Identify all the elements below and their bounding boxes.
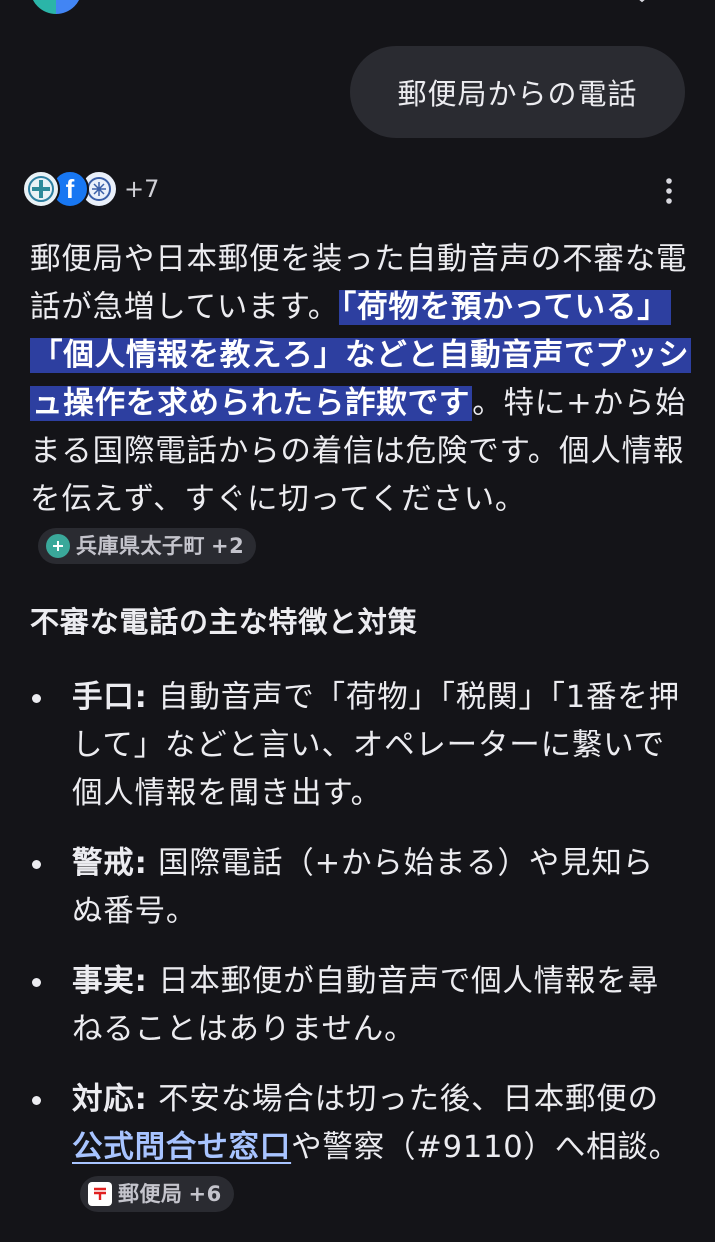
source-chip-count: +2 <box>211 533 245 558</box>
feature-list: 手口: 自動音声で「荷物」「税関」「1番を押して」などと言い、オペレーターに繋い… <box>0 674 715 1242</box>
user-message-bubble: 郵便局からの電話 <box>350 46 685 138</box>
item-text: 国際電話（+から始まる）や見知らぬ番号。 <box>72 846 654 929</box>
source-chip-label: 兵庫県太子町 <box>76 533 205 558</box>
source-chip-post-office[interactable]: 郵便局 +6 <box>80 1175 234 1212</box>
answer-paragraph: 郵便局や日本郵便を装った自動音声の不審な電話が急増しています。「荷物を預かってい… <box>30 236 692 572</box>
source-chip-label: 郵便局 <box>118 1181 183 1206</box>
item-text: 自動音声で「荷物」「税関」「1番を押して」などと言い、オペレーターに繋いで個人情… <box>72 680 680 811</box>
bullet-dot <box>32 694 41 703</box>
item-label: 対応: <box>72 1082 148 1117</box>
item-text: 日本郵便が自動音声で個人情報を尋ねることはありません。 <box>72 964 659 1047</box>
item-label: 手口: <box>72 680 148 715</box>
item-label: 事実: <box>72 964 148 999</box>
sources-count: +7 <box>124 175 160 203</box>
assistant-avatar-icon <box>30 0 82 14</box>
town-logo-icon <box>46 533 70 558</box>
source-chip-count: +6 <box>188 1181 222 1206</box>
list-item: 事実: 日本郵便が自動音声で個人情報を尋ねることはありません。 <box>0 958 682 1054</box>
bullet-dot <box>32 860 41 869</box>
list-item: 警戒: 国際電話（+から始まる）や見知らぬ番号。 <box>0 840 682 936</box>
more-options-icon[interactable] <box>660 176 678 206</box>
chevron-down-icon[interactable] <box>618 0 666 8</box>
section-heading: 不審な電話の主な特徴と対策 <box>30 605 418 639</box>
list-item: 対応: 不安な場合は切った後、日本郵便の公式問合せ窓口や警察（#9110）へ相談… <box>0 1076 682 1220</box>
list-item: 手口: 自動音声で「荷物」「税関」「1番を押して」などと言い、オペレーターに繋い… <box>0 674 682 818</box>
official-contact-link[interactable]: 公式問合せ窓口 <box>72 1130 291 1165</box>
sources-button[interactable]: f +7 <box>22 168 159 210</box>
item-text: 不安な場合は切った後、日本郵便の <box>147 1082 659 1117</box>
bank-logo-icon <box>22 170 60 208</box>
source-chip-taishi[interactable]: 兵庫県太子町 +2 <box>38 527 257 564</box>
item-text: や警察（#9110）へ相談。 <box>291 1130 680 1165</box>
bullet-dot <box>32 978 41 987</box>
bullet-dot <box>32 1096 41 1105</box>
user-message-text: 郵便局からの電話 <box>397 77 638 111</box>
japan-post-logo-icon <box>88 1181 112 1206</box>
item-label: 警戒: <box>72 846 148 881</box>
